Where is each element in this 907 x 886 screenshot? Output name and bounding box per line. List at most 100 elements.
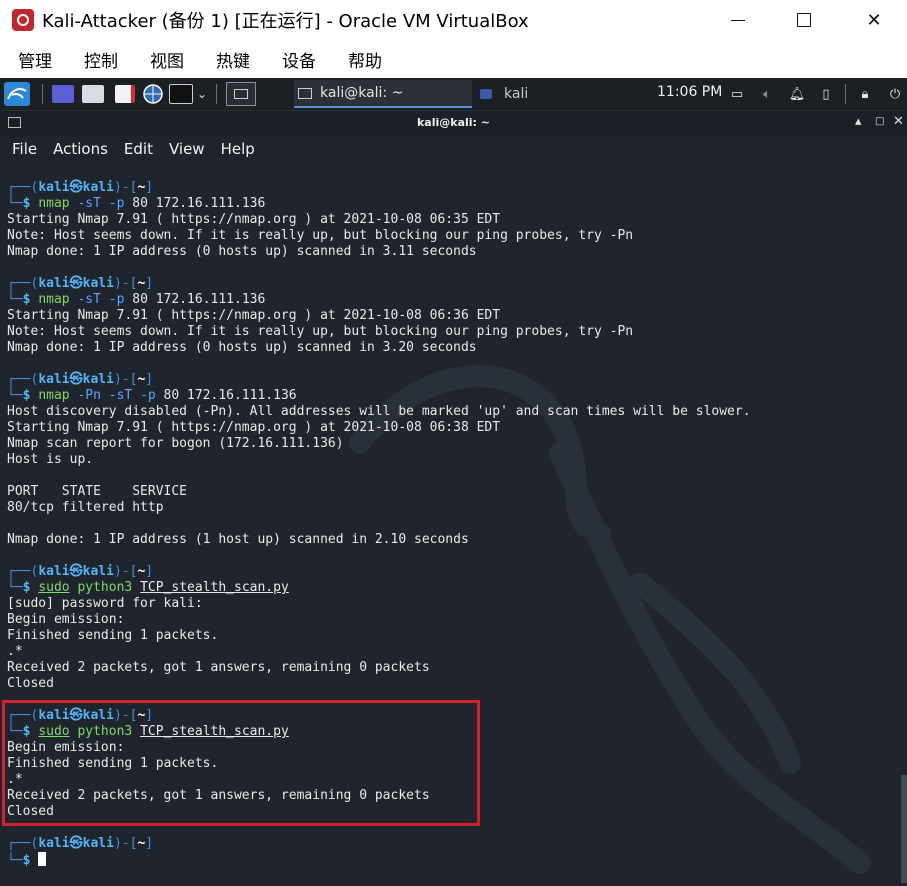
virtualbox-menu-bar: 管理 控制 视图 热键 设备 帮助 [0, 40, 907, 78]
prompt-frame: )-[ [113, 180, 138, 195]
close-button[interactable]: ✕ [851, 0, 897, 40]
prompt-frame: ┌──( [7, 276, 39, 291]
command-token: python3 [69, 580, 141, 595]
prompt-host: kali [82, 372, 114, 387]
menu-control[interactable]: 控制 [84, 47, 118, 72]
taskbar-kali[interactable]: kali [476, 80, 600, 108]
menu-hotkeys[interactable]: 热键 [216, 47, 250, 72]
terminal-menu-file[interactable]: File [12, 140, 37, 158]
power-icon[interactable]: ⏻ [885, 84, 905, 104]
output-line: Received 2 packets, got 1 answers, remai… [7, 660, 430, 675]
taskbar-kali-label: kali [504, 86, 529, 102]
maximize-icon [797, 13, 811, 27]
command-line: └─$ [7, 852, 751, 868]
prompt-at: ㉿ [69, 564, 83, 579]
output-line: Nmap scan report for bogon (172.16.111.1… [7, 436, 344, 451]
terminal-maximize-button[interactable]: □ [875, 116, 884, 127]
prompt-sigil: $ [22, 196, 31, 211]
terminal-minimize-button[interactable]: ▴ [855, 114, 862, 129]
prompt-frame: ┌──( [7, 836, 39, 851]
prompt-host: kali [82, 564, 114, 579]
text-editor-icon[interactable] [112, 82, 138, 106]
prompt-line: ┌──(kali㉿kali)-[~] [7, 372, 751, 388]
command-token: TCP_stealth_scan.py [140, 580, 289, 595]
file-manager-icon[interactable] [80, 82, 106, 106]
prompt-frame: )-[ [113, 276, 138, 291]
prompt-frame: )-[ [113, 564, 138, 579]
minimize-button[interactable] [715, 0, 761, 40]
command-line: └─$ nmap -sT -p 80 172.16.111.136 [7, 196, 751, 212]
prompt-frame: ┌──( [7, 564, 39, 579]
notifications-icon[interactable]: 🔔︎ [787, 84, 807, 104]
output-line: Finished sending 1 packets. [7, 628, 219, 643]
prompt-frame: )-[ [113, 836, 138, 851]
browser-icon[interactable] [140, 82, 166, 106]
command-token: -sT -p [69, 292, 125, 307]
output-line: Closed [7, 676, 54, 691]
command-token: 80 172.16.111.136 [124, 196, 266, 211]
prompt-frame: ] [145, 180, 154, 195]
window-icon [480, 89, 492, 99]
command-token: -Pn -sT -p [69, 388, 156, 403]
prompt-line: ┌──(kali㉿kali)-[~] [7, 180, 751, 196]
prompt-user: kali [38, 836, 70, 851]
clock[interactable]: 11:06 PM [657, 84, 722, 100]
battery-icon[interactable]: ▯ [816, 84, 836, 104]
taskbar-terminal[interactable]: kali@kali: ~ [294, 80, 472, 108]
display-icon[interactable]: ▭ [727, 84, 747, 104]
prompt-host: kali [82, 180, 114, 195]
terminal-close-button[interactable]: ✕ [893, 114, 904, 129]
output-line: PORT STATE SERVICE [7, 484, 188, 499]
menu-manage[interactable]: 管理 [18, 47, 52, 72]
menu-help[interactable]: 帮助 [348, 47, 382, 72]
command-token: -sT -p [69, 196, 125, 211]
prompt-frame: └─ [7, 196, 23, 211]
terminal-menu-actions[interactable]: Actions [53, 140, 108, 158]
lock-icon[interactable]: 🔒︎ [855, 84, 875, 104]
output-line: Starting Nmap 7.91 ( https://nmap.org ) … [7, 308, 501, 323]
terminal-menu-edit[interactable]: Edit [124, 140, 153, 158]
prompt-frame: └─ [7, 580, 23, 595]
show-desktop-icon[interactable] [50, 82, 76, 106]
dropdown-icon[interactable]: ⌄ [195, 82, 209, 106]
prompt-sigil: $ [22, 292, 31, 307]
prompt-frame: ] [145, 564, 154, 579]
terminal-title: kali@kali: ~ [416, 116, 490, 129]
prompt-at: ㉿ [69, 836, 83, 851]
kali-top-panel: ⌄ kali@kali: ~ kali 11:06 PM ▭ 🔈︎ 🔔︎ ▯ 🔒… [0, 78, 907, 111]
maximize-button[interactable] [781, 0, 827, 40]
command-token: nmap [38, 388, 70, 403]
command-token: 80 172.16.111.136 [155, 388, 297, 403]
prompt-user: kali [38, 276, 70, 291]
panel-separator [216, 84, 217, 104]
workspace-icon[interactable] [226, 82, 256, 106]
prompt-host: kali [82, 276, 114, 291]
command-token: 80 172.16.111.136 [124, 292, 266, 307]
prompt-at: ㉿ [69, 180, 83, 195]
volume-icon[interactable]: 🔈︎ [757, 84, 777, 104]
prompt-frame: ┌──( [7, 372, 39, 387]
menu-devices[interactable]: 设备 [282, 47, 316, 72]
menu-view[interactable]: 视图 [150, 47, 184, 72]
prompt-user: kali [38, 180, 70, 195]
terminal-scrollbar[interactable] [901, 775, 907, 883]
terminal-menu-help[interactable]: Help [221, 140, 255, 158]
output-line: [sudo] password for kali: [7, 596, 203, 611]
command-token: nmap [38, 196, 70, 211]
prompt-frame: └─ [7, 292, 23, 307]
minimize-icon [731, 19, 745, 21]
terminal-icon[interactable] [168, 82, 194, 106]
kali-menu-icon[interactable] [4, 82, 30, 106]
prompt-line: ┌──(kali㉿kali)-[~] [7, 564, 751, 580]
output-line: Begin emission: [7, 612, 125, 627]
output-line: Nmap done: 1 IP address (0 hosts up) sca… [7, 244, 477, 259]
taskbar-terminal-label: kali@kali: ~ [320, 85, 404, 101]
terminal-menu-view[interactable]: View [169, 140, 205, 158]
prompt-sigil: $ [22, 580, 31, 595]
prompt-frame: └─ [7, 853, 23, 868]
close-icon: ✕ [866, 9, 882, 31]
terminal-menu-bar: File Actions Edit View Help [0, 135, 907, 163]
prompt-frame: ] [145, 276, 154, 291]
output-line: Nmap done: 1 IP address (1 host up) scan… [7, 532, 469, 547]
